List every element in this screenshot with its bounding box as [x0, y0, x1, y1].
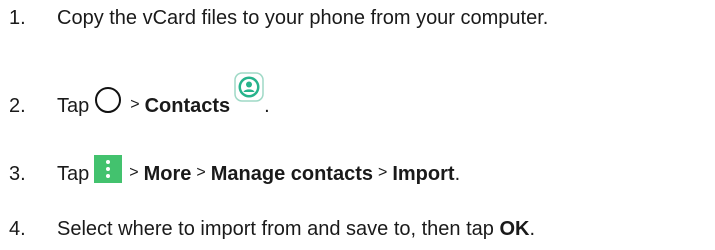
step-text: Select where to import from and save to,…	[57, 218, 494, 240]
import-label: Import	[392, 163, 455, 185]
separator: >	[196, 164, 206, 181]
step-3: 3. Tap > More > Manage contacts > Import…	[9, 155, 461, 186]
separator: >	[378, 164, 388, 181]
separator: >	[130, 96, 140, 113]
separator: >	[129, 164, 139, 181]
step-4: 4. Select where to import from and save …	[9, 217, 535, 241]
period: .	[264, 95, 270, 117]
contacts-label: Contacts	[144, 95, 231, 117]
ok-label: OK	[499, 218, 530, 240]
step-2: 2. Tap > Contacts .	[9, 72, 270, 118]
period: .	[454, 163, 461, 185]
contacts-app-icon	[234, 72, 264, 108]
step-number: 4.	[9, 218, 26, 240]
step-1: 1. Copy the vCard files to your phone fr…	[9, 6, 548, 30]
step-text-tap: Tap	[57, 95, 90, 117]
period: .	[529, 218, 536, 240]
step-text-tap: Tap	[57, 163, 90, 185]
manage-contacts-label: Manage contacts	[210, 163, 373, 185]
step-number: 2.	[9, 95, 26, 117]
more-label: More	[143, 163, 192, 185]
more-vert-menu-icon	[94, 155, 123, 183]
step-number: 3.	[9, 163, 26, 185]
home-circle-icon	[95, 87, 122, 113]
step-number: 1.	[9, 7, 26, 29]
step-text: Copy the vCard files to your phone from …	[57, 7, 549, 29]
